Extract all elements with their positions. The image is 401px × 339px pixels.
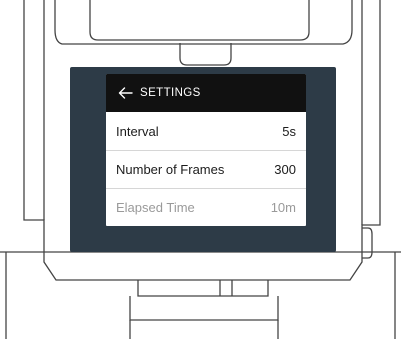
settings-header: SETTINGS bbox=[106, 74, 306, 112]
settings-title: SETTINGS bbox=[140, 87, 201, 99]
setting-label: Number of Frames bbox=[116, 162, 225, 177]
setting-row-number-of-frames[interactable]: Number of Frames 300 bbox=[106, 150, 306, 188]
setting-value: 5s bbox=[282, 123, 296, 139]
settings-panel: SETTINGS Interval 5s Number of Frames 30… bbox=[106, 74, 306, 226]
setting-row-elapsed-time: Elapsed Time 10m bbox=[106, 188, 306, 226]
setting-row-interval[interactable]: Interval 5s bbox=[106, 112, 306, 150]
setting-value: 10m bbox=[270, 200, 296, 215]
setting-value: 300 bbox=[274, 162, 296, 177]
setting-label: Interval bbox=[116, 123, 159, 139]
arrow-left-icon[interactable] bbox=[118, 87, 133, 99]
setting-label: Elapsed Time bbox=[116, 200, 195, 215]
